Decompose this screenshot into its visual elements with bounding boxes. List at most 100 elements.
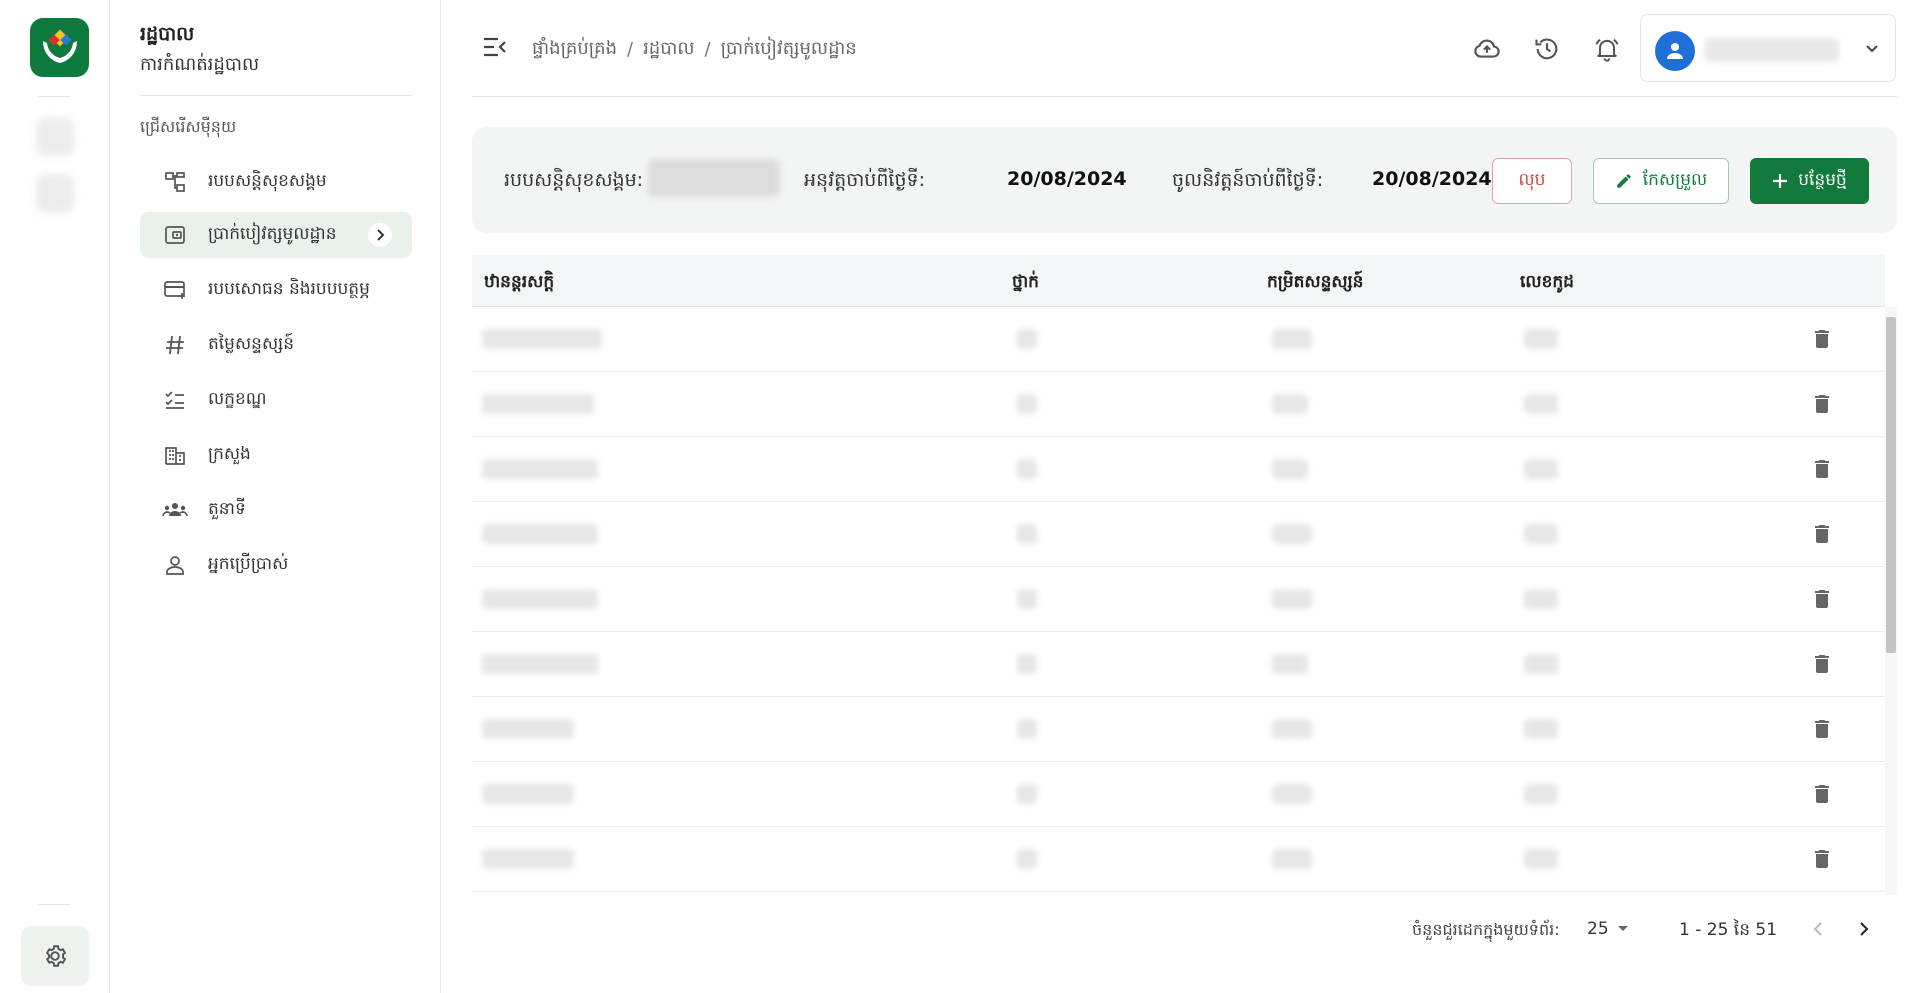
chevron-left-icon <box>1813 922 1822 936</box>
effective-label: អនុវត្តចាប់ពីថ្ងៃទី: <box>804 169 925 191</box>
next-page-button[interactable] <box>1848 913 1880 945</box>
table-row[interactable] <box>472 437 1885 502</box>
cell-redacted <box>1272 589 1312 609</box>
avatar <box>1655 31 1695 71</box>
hierarchy-icon <box>162 169 188 195</box>
sidebar-item-social-security[interactable]: របបសន្តិសុខសង្គម <box>140 159 412 205</box>
table-scrollbar-thumb[interactable] <box>1886 317 1896 653</box>
sidebar-item-users[interactable]: អ្នកប្រើប្រាស់ <box>140 542 412 588</box>
table-row[interactable] <box>472 762 1885 827</box>
sidebar-section-label: ជ្រើសរើសម៉ឺនុយ <box>140 117 237 136</box>
sidebar-item-label: ក្រសួង <box>208 443 251 464</box>
cell-redacted <box>1272 459 1308 479</box>
sidebar: រដ្ឋបាល ការកំណត់រដ្ឋបាល ជ្រើសរើសម៉ឺនុយ រ… <box>110 0 441 993</box>
rail-divider <box>38 904 70 905</box>
trash-icon[interactable] <box>1810 652 1834 676</box>
trash-icon[interactable] <box>1810 717 1834 741</box>
trash-icon[interactable] <box>1810 457 1834 481</box>
paginator: ចំនួនជួរដេកក្នុងមួយទំព័រ: 25 1 - 25 នៃ 5… <box>472 905 1897 955</box>
trash-icon[interactable] <box>1810 392 1834 416</box>
trash-icon[interactable] <box>1810 847 1834 871</box>
table-row[interactable] <box>472 307 1885 372</box>
sidebar-item-pension[interactable]: របបសោធន និងរបបបត្ថម្ភ <box>140 267 412 313</box>
person-icon <box>162 552 188 578</box>
sidebar-item-label: តួនាទី <box>208 498 246 519</box>
cell-redacted <box>1017 849 1037 869</box>
sidebar-item-label: លក្ខខណ្ឌ <box>208 388 267 409</box>
sidebar-item-base-salary[interactable]: ប្រាក់បៀវត្សមូលដ្ឋាន <box>140 212 412 258</box>
trash-icon[interactable] <box>1810 782 1834 806</box>
cell-redacted <box>482 329 602 349</box>
table-row[interactable] <box>472 567 1885 632</box>
cell-redacted <box>482 784 574 804</box>
building-icon <box>162 442 188 468</box>
cell-redacted <box>1524 719 1558 739</box>
cell-redacted <box>1017 654 1037 674</box>
cell-redacted <box>1524 394 1558 414</box>
cell-redacted <box>1272 784 1312 804</box>
column-header[interactable]: ឋានន្តរសក្តិ <box>484 271 554 296</box>
previous-page-button[interactable] <box>1802 913 1834 945</box>
sidebar-item-label: អ្នកប្រើប្រាស់ <box>208 553 289 574</box>
cell-redacted <box>1524 654 1558 674</box>
page-size-select[interactable]: 25 <box>1587 915 1643 943</box>
rail-app-item[interactable] <box>36 118 74 156</box>
sidebar-item-roles[interactable]: តួនាទី <box>140 487 412 533</box>
history-icon[interactable] <box>1532 34 1562 64</box>
gear-icon <box>45 945 67 967</box>
rail-app-item[interactable] <box>36 175 74 213</box>
sidebar-item-conditions[interactable]: លក្ខខណ្ឌ <box>140 377 412 423</box>
sidebar-title: រដ្ឋបាល <box>140 23 195 45</box>
sidebar-item-label: របបសន្តិសុខសង្គម <box>208 170 327 191</box>
table-header: ឋានន្តរសក្តិ ថ្នាក់ កម្រិតសន្ទស្សន៍ លេខក… <box>472 255 1885 307</box>
breadcrumb-current: ប្រាក់បៀវត្សមូលដ្ឋាន <box>720 38 857 59</box>
cloud-upload-icon[interactable] <box>1472 34 1502 64</box>
hash-icon <box>162 332 188 358</box>
breadcrumb-admin[interactable]: រដ្ឋបាល <box>643 36 694 63</box>
user-name-redacted <box>1705 38 1839 62</box>
menu-toggle-icon[interactable] <box>482 36 508 58</box>
cell-redacted <box>1524 459 1558 479</box>
table-row[interactable] <box>472 827 1885 892</box>
bell-alarm-icon[interactable] <box>1592 34 1622 64</box>
add-new-button[interactable]: បន្ថែមថ្មី <box>1750 158 1869 204</box>
breadcrumb-dashboard[interactable]: ផ្ទាំងគ្រប់គ្រង <box>532 36 617 63</box>
page-size-value: 25 <box>1587 919 1609 939</box>
edit-button-label: កែសម្រួល <box>1642 169 1708 190</box>
trash-icon[interactable] <box>1810 587 1834 611</box>
table-row[interactable] <box>472 632 1885 697</box>
delete-button[interactable]: លុប <box>1492 158 1572 204</box>
table-row[interactable] <box>472 697 1885 762</box>
column-header[interactable]: កម្រិតសន្ទស្សន៍ <box>1267 271 1363 296</box>
app-logo[interactable] <box>30 18 89 77</box>
top-header: ផ្ទាំងគ្រប់គ្រង / រដ្ឋបាល / ប្រាក់បៀវត្ស… <box>472 0 1897 97</box>
cell-redacted <box>1524 589 1558 609</box>
cell-redacted <box>1272 654 1308 674</box>
rail-divider <box>38 96 70 97</box>
sidebar-item-label: របបសោធន និងរបបបត្ថម្ភ <box>208 278 370 299</box>
cell-redacted <box>1524 849 1558 869</box>
checklist-icon <box>162 387 188 413</box>
trash-icon[interactable] <box>1810 327 1834 351</box>
trash-icon[interactable] <box>1810 522 1834 546</box>
sidebar-item-ministry[interactable]: ក្រសួង <box>140 432 412 478</box>
cell-redacted <box>482 654 598 674</box>
breadcrumb-separator: / <box>704 39 711 60</box>
sidebar-item-index-value[interactable]: តម្លៃសន្ទស្សន៍ <box>140 322 412 368</box>
table-row[interactable] <box>472 502 1885 567</box>
hands-logo-icon <box>42 29 77 63</box>
cell-redacted <box>1017 719 1037 739</box>
column-header[interactable]: លេខកូដ <box>1520 271 1574 296</box>
scheme-label: របបសន្តិសុខសង្គម: <box>504 169 644 191</box>
table-row[interactable] <box>472 372 1885 437</box>
cell-redacted <box>1272 719 1312 739</box>
edit-button[interactable]: កែសម្រួល <box>1593 158 1729 204</box>
user-menu[interactable] <box>1640 14 1896 82</box>
column-header[interactable]: ថ្នាក់ <box>1012 271 1039 296</box>
cell-redacted <box>482 459 598 479</box>
card-add-icon <box>162 277 188 303</box>
sidebar-item-label: ប្រាក់បៀវត្សមូលដ្ឋាន <box>208 223 337 244</box>
salary-info-card: របបសន្តិសុខសង្គម: អនុវត្តចាប់ពីថ្ងៃទី: 2… <box>472 127 1897 233</box>
settings-button[interactable] <box>21 926 89 986</box>
delete-button-label: លុប <box>1518 169 1546 190</box>
